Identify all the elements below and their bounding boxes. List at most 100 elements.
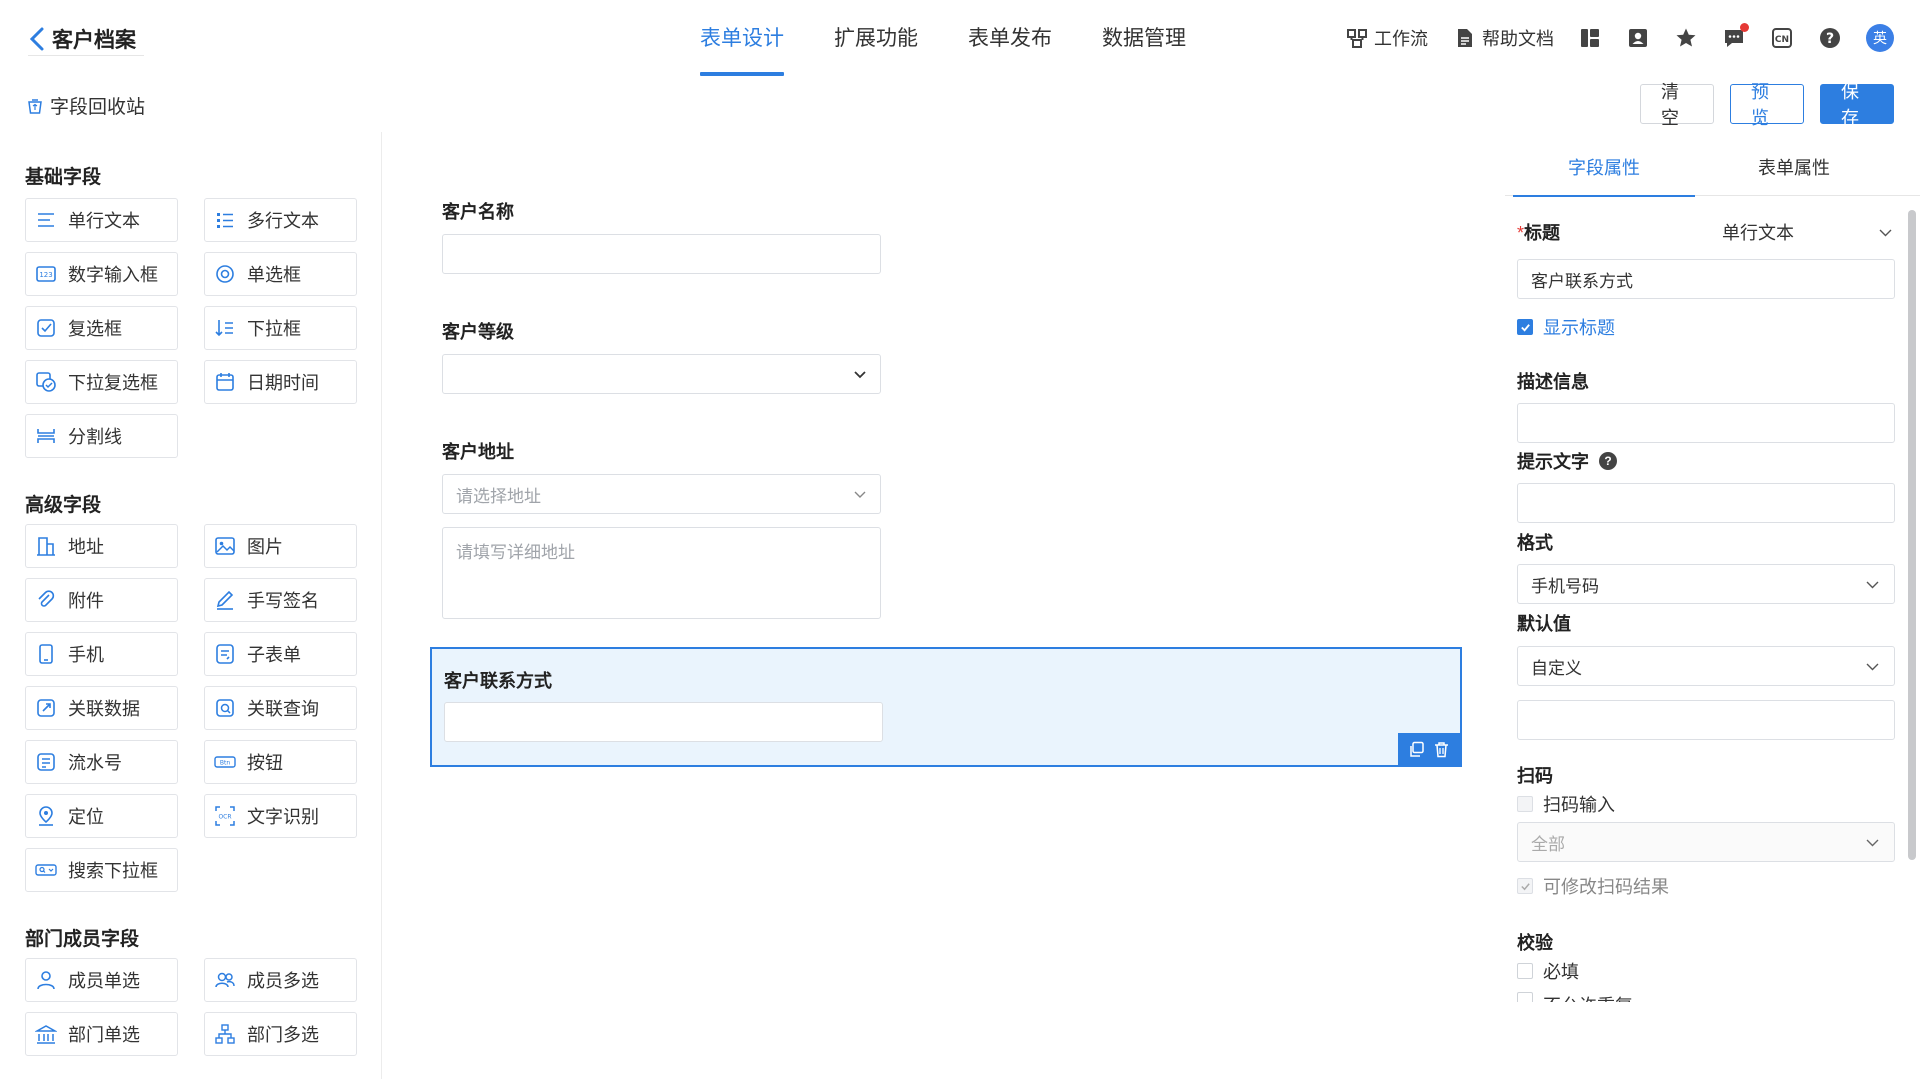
tab-form-design[interactable]: 表单设计 [700,0,784,78]
favorites-button[interactable] [1674,26,1698,50]
svg-text:OCR: OCR [218,814,231,821]
field-checkbox[interactable]: 复选框 [25,306,178,350]
field-member-multi[interactable]: 成员多选 [204,958,357,1002]
field-mobile[interactable]: 手机 [25,632,178,676]
field-label: 下拉框 [247,319,301,339]
customer-contact-input[interactable] [444,702,883,742]
show-title-checkbox[interactable]: 显示标题 [1517,314,1615,340]
phone-icon [34,642,58,666]
text-lines-icon [34,208,58,232]
field-number-input[interactable]: 123 数字输入框 [25,252,178,296]
user-avatar[interactable]: 英 [1866,24,1894,52]
field-divider[interactable]: 分割线 [25,414,178,458]
field-address[interactable]: 地址 [25,524,178,568]
tab-extensions[interactable]: 扩展功能 [834,0,918,78]
main-tabs: 表单设计 扩展功能 表单发布 数据管理 [700,0,1236,78]
subform-icon [213,642,237,666]
field-dropdown[interactable]: 下拉框 [204,306,357,350]
description-input[interactable] [1517,403,1895,443]
field-search-dropdown[interactable]: 搜索下拉框 [25,848,178,892]
address-region-select[interactable]: 请选择地址 [442,474,881,514]
format-value: 手机号码 [1531,576,1599,596]
workflow-icon [1347,29,1367,48]
field-label-customer-contact: 客户联系方式 [444,671,552,691]
top-header: 客户档案 表单设计 扩展功能 表单发布 数据管理 工作流 帮助文档 CN ? 英 [0,0,1920,78]
field-label: 地址 [68,537,104,557]
field-datetime[interactable]: 日期时间 [204,360,357,404]
field-attachment[interactable]: 附件 [25,578,178,622]
properties-scrollbar[interactable] [1908,210,1916,860]
field-label: 手写签名 [247,591,319,611]
format-select[interactable]: 手机号码 [1517,564,1895,604]
scan-label: 扫码 [1517,766,1553,786]
hint-text-label: 提示文字 ? [1517,448,1617,474]
chevron-down-icon [1866,839,1879,847]
customer-level-select[interactable] [442,354,881,394]
serial-icon [34,750,58,774]
help-docs-link[interactable]: 帮助文档 [1454,25,1554,51]
validation-label: 校验 [1517,933,1553,953]
field-button[interactable]: Btn 按钮 [204,740,357,784]
contacts-button[interactable] [1626,26,1650,50]
tab-form-properties[interactable]: 表单属性 [1703,132,1885,196]
layout-button[interactable] [1578,26,1602,50]
field-label-customer-address: 客户地址 [442,442,514,462]
field-location[interactable]: 定位 [25,794,178,838]
field-signature[interactable]: 手写签名 [204,578,357,622]
button-icon: Btn [213,750,237,774]
default-value-select[interactable]: 自定义 [1517,646,1895,686]
number-icon: 123 [34,262,58,286]
messages-button[interactable] [1722,23,1749,50]
field-label: 手机 [68,645,104,665]
scan-editable-checkbox[interactable]: 可修改扫码结果 [1517,873,1669,899]
field-department-multi[interactable]: 部门多选 [204,1012,357,1056]
title-label: *标题 [1517,219,1560,245]
back-button[interactable]: 客户档案 [28,22,144,56]
field-single-line-text[interactable]: 单行文本 [25,198,178,242]
field-serial-number[interactable]: 流水号 [25,740,178,784]
field-label: 文字识别 [247,807,319,827]
tab-form-publish[interactable]: 表单发布 [968,0,1052,78]
clear-button[interactable]: 清空 [1640,82,1714,128]
workflow-label: 工作流 [1374,29,1428,49]
customer-name-input[interactable] [442,234,881,274]
language-button[interactable]: CN [1770,26,1794,50]
question-icon[interactable]: ? [1599,452,1617,470]
tab-data-management[interactable]: 数据管理 [1102,0,1186,78]
title-input[interactable]: 客户联系方式 [1517,259,1895,299]
trash-icon[interactable] [1433,741,1450,758]
field-radio[interactable]: 单选框 [204,252,357,296]
field-palette: 基础字段 单行文本 多行文本 123 数字输入框 单选框 复选框 下拉框 下拉复… [0,132,382,1079]
field-type-select[interactable]: 单行文本 [1722,218,1897,246]
hint-text-input[interactable] [1517,483,1895,523]
chevron-down-icon [1866,581,1879,589]
field-label-customer-name: 客户名称 [442,202,514,222]
field-related-query[interactable]: 关联查询 [204,686,357,730]
tab-field-properties[interactable]: 字段属性 [1513,132,1695,197]
field-label: 子表单 [247,645,301,665]
field-related-data[interactable]: 关联数据 [25,686,178,730]
default-value-input[interactable] [1517,700,1895,740]
field-ocr[interactable]: OCR 文字识别 [204,794,357,838]
help-button[interactable]: ? [1818,26,1842,50]
workflow-link[interactable]: 工作流 [1346,25,1428,51]
address-detail-textarea[interactable]: 请填写详细地址 [442,527,881,619]
field-image[interactable]: 图片 [204,524,357,568]
field-multi-line-text[interactable]: 多行文本 [204,198,357,242]
required-checkbox[interactable]: 必填 [1517,958,1579,984]
save-button[interactable]: 保存 [1820,82,1894,128]
unique-checkbox[interactable]: 不允许重复 [1517,992,1633,1002]
field-department-single[interactable]: 部门单选 [25,1012,178,1056]
scan-scope-select[interactable]: 全部 [1517,822,1895,862]
field-member-single[interactable]: 成员单选 [25,958,178,1002]
field-type-value: 单行文本 [1722,223,1794,243]
field-subform[interactable]: 子表单 [204,632,357,676]
preview-button[interactable]: 预览 [1730,82,1804,128]
help-docs-label: 帮助文档 [1482,29,1554,49]
copy-icon[interactable] [1408,741,1425,758]
scan-input-checkbox[interactable]: 扫码输入 [1517,791,1615,817]
field-recycle-bin[interactable]: 字段回收站 [26,92,145,119]
field-dropdown-checkbox[interactable]: 下拉复选框 [25,360,178,404]
selected-field-customer-contact[interactable]: 客户联系方式 [430,647,1462,767]
required-label: 必填 [1543,962,1579,982]
